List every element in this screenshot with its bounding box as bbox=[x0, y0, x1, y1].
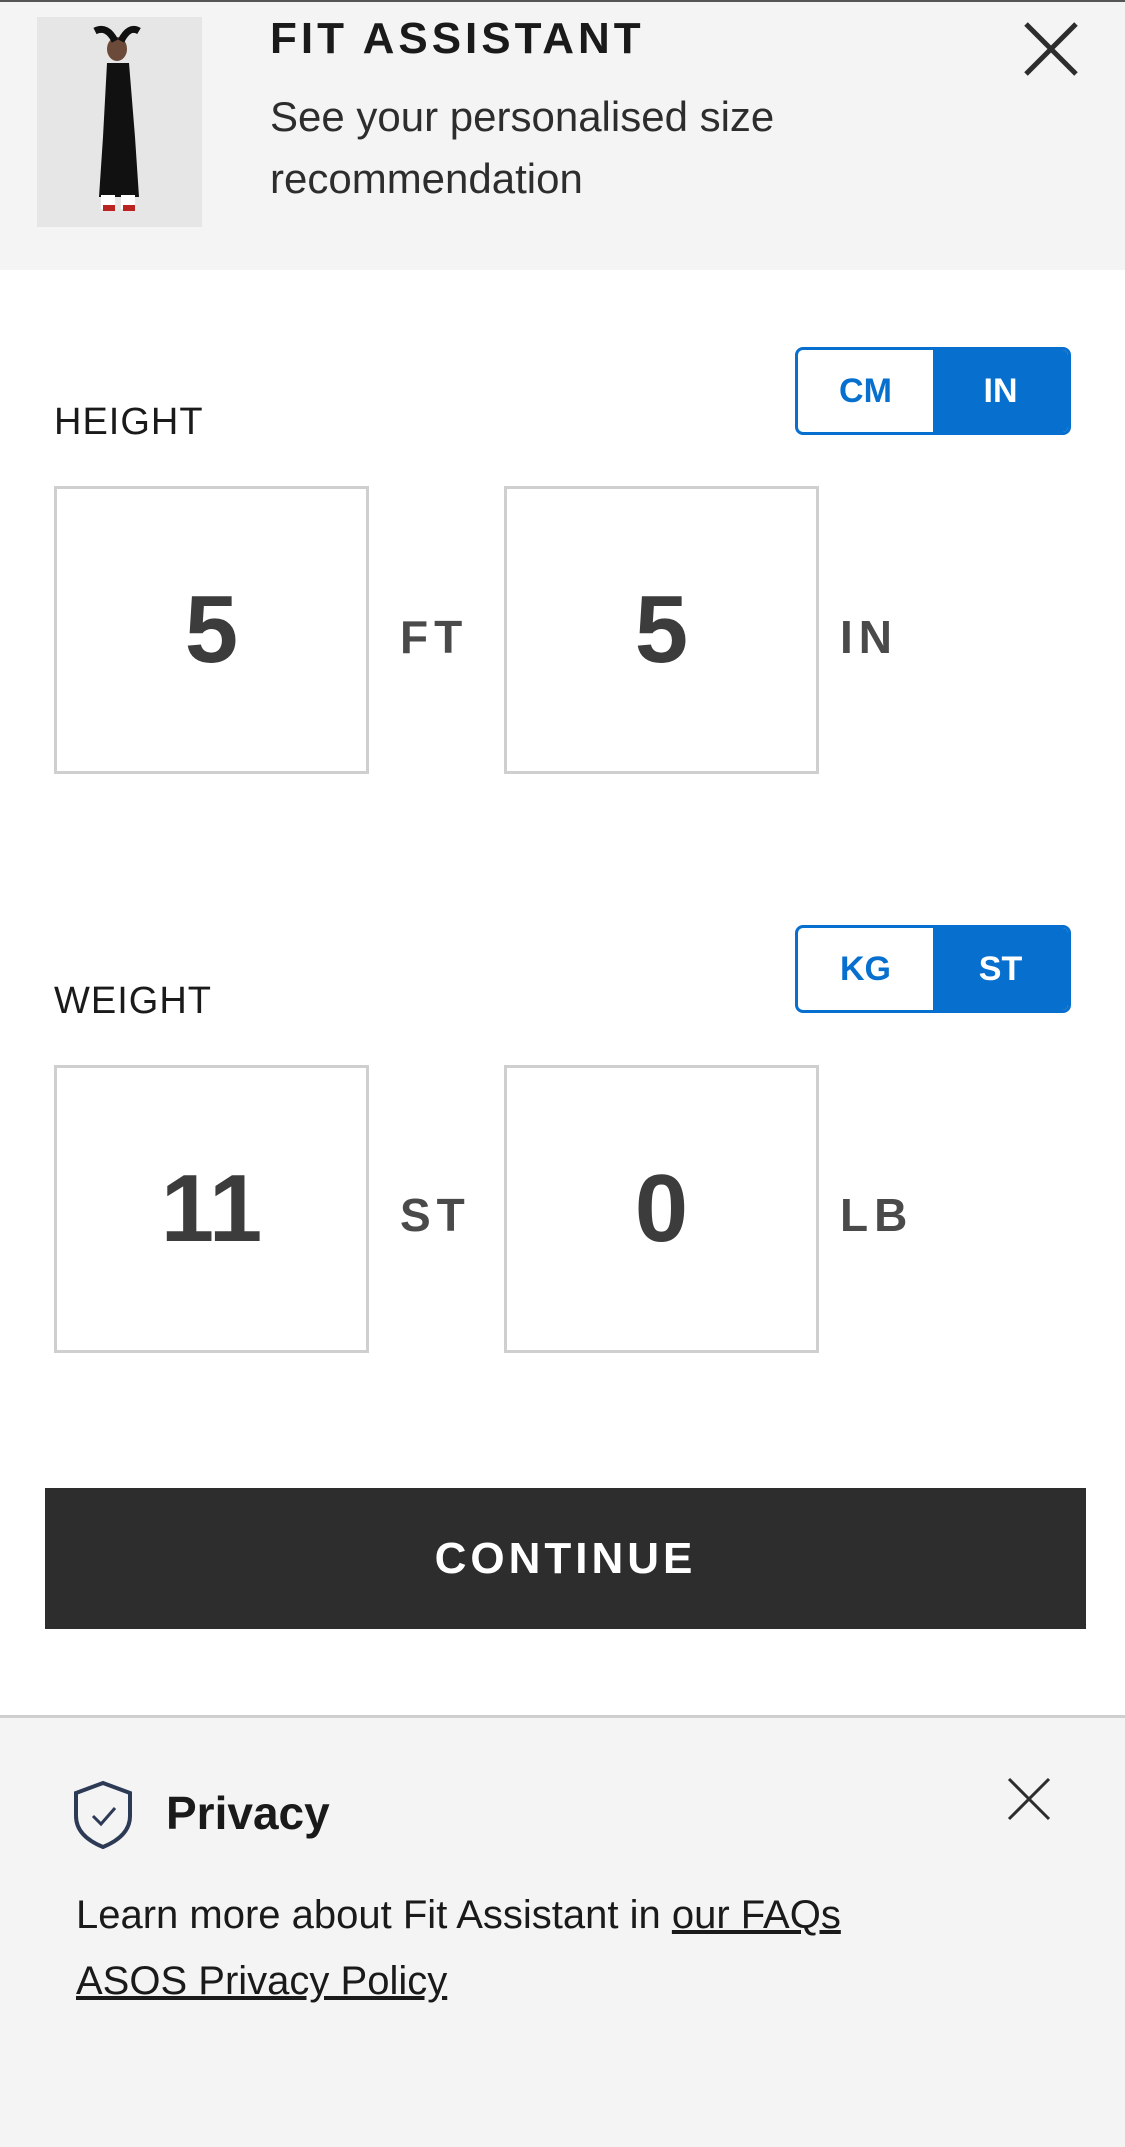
weight-label: WEIGHT bbox=[54, 980, 212, 1022]
height-label: HEIGHT bbox=[54, 401, 204, 443]
close-icon[interactable] bbox=[1018, 16, 1084, 82]
product-thumbnail bbox=[37, 17, 202, 227]
height-unit-in[interactable]: IN bbox=[933, 350, 1068, 432]
weight-unit-kg[interactable]: KG bbox=[798, 928, 933, 1010]
product-image-illustration bbox=[37, 17, 202, 227]
fit-assistant-header: FIT ASSISTANT See your personalised size… bbox=[0, 0, 1125, 270]
shield-check-icon bbox=[72, 1780, 134, 1850]
height-unit-cm[interactable]: CM bbox=[798, 350, 933, 432]
privacy-text: Learn more about Fit Assistant in our FA… bbox=[76, 1882, 1076, 2014]
weight-stones-unit: ST bbox=[400, 1189, 471, 1241]
weight-unit-toggle[interactable]: KG ST bbox=[795, 925, 1071, 1013]
weight-pounds-input[interactable]: 0 bbox=[504, 1065, 819, 1353]
weight-pounds-unit: LB bbox=[840, 1189, 914, 1241]
privacy-title: Privacy bbox=[166, 1787, 330, 1839]
height-feet-unit: FT bbox=[400, 611, 469, 663]
privacy-intro: Learn more about Fit Assistant in bbox=[76, 1893, 661, 1937]
privacy-policy-link[interactable]: ASOS Privacy Policy bbox=[76, 1959, 447, 2003]
weight-stones-input[interactable]: 11 bbox=[54, 1065, 369, 1353]
page-subtitle: See your personalised size recommendatio… bbox=[270, 93, 775, 202]
continue-button[interactable]: CONTINUE bbox=[45, 1488, 1086, 1629]
height-unit-toggle[interactable]: CM IN bbox=[795, 347, 1071, 435]
faq-link[interactable]: our FAQs bbox=[672, 1893, 841, 1937]
height-inches-input[interactable]: 5 bbox=[504, 486, 819, 774]
height-feet-input[interactable]: 5 bbox=[54, 486, 369, 774]
close-icon[interactable] bbox=[1004, 1774, 1054, 1824]
height-inches-unit: IN bbox=[840, 611, 898, 663]
privacy-panel: Privacy Learn more about Fit Assistant i… bbox=[0, 1718, 1125, 2147]
weight-unit-st[interactable]: ST bbox=[933, 928, 1068, 1010]
page-title: FIT ASSISTANT bbox=[270, 14, 645, 63]
